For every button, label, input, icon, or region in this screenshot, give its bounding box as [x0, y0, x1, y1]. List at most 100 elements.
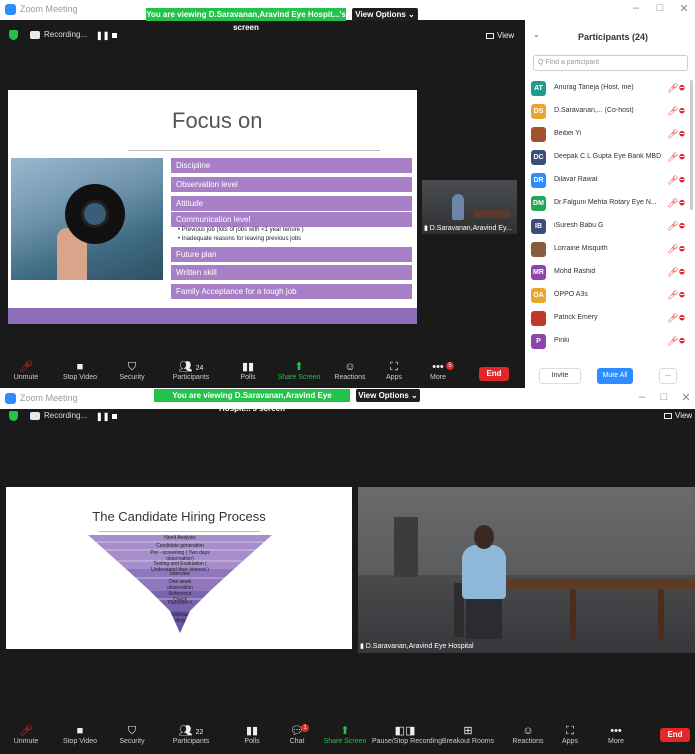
more-button[interactable]: ••• More: [602, 724, 630, 745]
close-icon[interactable]: ✕: [676, 2, 692, 15]
end-button[interactable]: End: [660, 728, 690, 742]
video-off-icon[interactable]: ⛔︎: [679, 223, 685, 231]
panel-header: ⌄ Participants (24): [525, 20, 695, 48]
stop-video-button[interactable]: ■ Stop Video: [60, 724, 100, 745]
participant-name: OPPO A3s: [554, 291, 588, 298]
video-off-icon[interactable]: ⛔︎: [679, 338, 685, 346]
mic-muted-icon[interactable]: 🎤︎: [667, 336, 678, 347]
speaker-video[interactable]: ▮ D.Saravanan,Aravind Eye Hospital: [358, 487, 695, 653]
stop-recording-icon[interactable]: [112, 33, 117, 38]
video-off-icon[interactable]: ⛔︎: [679, 131, 685, 139]
participant-search-input[interactable]: Q Find a participant: [533, 55, 688, 71]
participant-row[interactable]: Patrick Emery 🎤︎ ⛔︎: [525, 308, 695, 330]
view-label: View: [497, 31, 515, 40]
maximize-icon[interactable]: □: [656, 391, 672, 403]
breakout-rooms-button[interactable]: ⊞ Breakout Rooms: [440, 724, 496, 745]
funnel-label: One week observation: [167, 579, 193, 591]
participant-row[interactable]: DC Deepak C L Gupta Eye Bank MBD 🎤︎ ⛔︎: [525, 147, 695, 169]
participant-row[interactable]: Beibei Yi 🎤︎ ⛔︎: [525, 124, 695, 146]
more-icon: •••: [610, 725, 622, 737]
shield-icon: [9, 411, 18, 421]
stop-video-button[interactable]: ■ Stop Video: [60, 360, 100, 381]
avatar: MR: [531, 265, 546, 280]
participant-row[interactable]: DS D.Saravanan,... (Co-host) 🎤︎ ⛔︎: [525, 101, 695, 123]
title-divider: [128, 150, 380, 151]
pause-recording-icon[interactable]: ❚❚: [96, 412, 109, 421]
video-off-icon[interactable]: ⛔︎: [679, 269, 685, 277]
maximize-icon[interactable]: □: [652, 2, 668, 14]
participants-button[interactable]: 👥︎ 24 Participants: [168, 360, 214, 381]
mic-muted-icon[interactable]: 🎤︎: [667, 313, 678, 324]
mic-muted-icon[interactable]: 🎤︎: [667, 106, 678, 117]
video-off-icon[interactable]: ⛔︎: [679, 177, 685, 185]
view-options-button[interactable]: View Options ⌄: [356, 389, 420, 402]
polls-button[interactable]: ▮▮ Polls: [234, 360, 262, 381]
reactions-button[interactable]: ☺ Reactions: [330, 360, 370, 381]
participant-row[interactable]: OA OPPO A3s 🎤︎ ⛔︎: [525, 285, 695, 307]
apps-icon: ⛶: [566, 725, 574, 737]
avatar: IB: [531, 219, 546, 234]
share-screen-button[interactable]: ⬆ Share Screen: [322, 724, 368, 745]
mic-muted-icon[interactable]: 🎤︎: [667, 244, 678, 255]
view-button[interactable]: View: [486, 31, 514, 40]
invite-button[interactable]: Invite: [539, 368, 581, 384]
participant-row[interactable]: AT Anurag Taneja (Host, me) 🎤︎ ⛔︎: [525, 78, 695, 100]
slide-title: Focus on: [172, 108, 263, 133]
apps-button[interactable]: ⛶ Apps: [380, 360, 408, 381]
mic-muted-icon[interactable]: 🎤︎: [667, 175, 678, 186]
unmute-button[interactable]: 🎤︎ Unmute: [10, 360, 42, 381]
participant-row[interactable]: DM Dr.Falguni Mehta Rotary Eye N... 🎤︎ ⛔︎: [525, 193, 695, 215]
panel-more-button[interactable]: ...: [659, 368, 677, 384]
video-off-icon[interactable]: ⛔︎: [679, 108, 685, 116]
security-button[interactable]: ⛉ Security: [114, 724, 150, 745]
unmute-button[interactable]: 🎤︎ Unmute: [10, 724, 42, 745]
mic-muted-icon[interactable]: 🎤︎: [667, 129, 678, 140]
participants-button[interactable]: 👥︎ 22 Participants: [168, 724, 214, 745]
participant-row[interactable]: P Pinki 🎤︎ ⛔︎: [525, 331, 695, 353]
participant-name: Anurag Taneja (Host, me): [554, 84, 634, 91]
pause-recording-icon[interactable]: ❚❚: [96, 31, 109, 40]
mic-muted-icon[interactable]: 🎤︎: [667, 83, 678, 94]
avatar: DC: [531, 150, 546, 165]
person-legs-shape: [466, 599, 502, 639]
video-icon: ■: [76, 361, 84, 373]
video-off-icon[interactable]: ⛔︎: [679, 85, 685, 93]
share-screen-button[interactable]: ⬆ Share Screen: [276, 360, 322, 381]
pause-stop-recording-button[interactable]: ◧◨ Pause/Stop Recording: [372, 724, 442, 745]
stop-recording-icon[interactable]: [112, 414, 117, 419]
video-off-icon[interactable]: ⛔︎: [679, 246, 685, 254]
reactions-button[interactable]: ☺ Reactions: [508, 724, 548, 745]
participant-row[interactable]: Lorraine Misquith 🎤︎ ⛔︎: [525, 239, 695, 261]
end-button[interactable]: End: [479, 367, 509, 381]
viewing-banner: You are viewing D.Saravanan,Aravind Eye …: [154, 389, 350, 413]
participant-row[interactable]: MR Mohd Rashid 🎤︎ ⛔︎: [525, 262, 695, 284]
chevron-down-icon[interactable]: ⌄: [533, 30, 540, 39]
participant-video[interactable]: ▮ D.Saravanan,Aravind Ey...: [422, 180, 517, 234]
video-off-icon[interactable]: ⛔︎: [679, 315, 685, 323]
minimize-icon[interactable]: –: [634, 391, 650, 403]
mic-muted-icon[interactable]: 🎤︎: [667, 221, 678, 232]
view-button[interactable]: View: [664, 411, 692, 420]
video-off-icon[interactable]: ⛔︎: [679, 154, 685, 162]
avatar: DM: [531, 196, 546, 211]
polls-button[interactable]: ▮▮ Polls: [238, 724, 266, 745]
security-button[interactable]: ⛉ Security: [114, 360, 150, 381]
mic-muted-icon[interactable]: 🎤︎: [667, 152, 678, 163]
share-screen-icon: ⬆: [294, 361, 304, 373]
apps-button[interactable]: ⛶ Apps: [556, 724, 584, 745]
unmute-label: Unmute: [13, 738, 39, 745]
participant-row[interactable]: DR Dilavar Rawat 🎤︎ ⛔︎: [525, 170, 695, 192]
participants-label: Participants: [172, 738, 210, 745]
view-options-button[interactable]: View Options ⌄: [352, 8, 418, 21]
video-off-icon[interactable]: ⛔︎: [679, 292, 685, 300]
participant-row[interactable]: IB iSuresh Babu G 🎤︎ ⛔︎: [525, 216, 695, 238]
scrollbar[interactable]: [690, 80, 693, 210]
mic-muted-icon[interactable]: 🎤︎: [667, 290, 678, 301]
mute-all-button[interactable]: Mute All: [597, 368, 633, 384]
focus-bar: Future plan: [171, 247, 412, 262]
minimize-icon[interactable]: –: [628, 2, 644, 14]
mic-muted-icon[interactable]: 🎤︎: [667, 267, 678, 278]
video-off-icon[interactable]: ⛔︎: [679, 200, 685, 208]
mic-muted-icon[interactable]: 🎤︎: [667, 198, 678, 209]
close-icon[interactable]: ✕: [678, 391, 694, 404]
